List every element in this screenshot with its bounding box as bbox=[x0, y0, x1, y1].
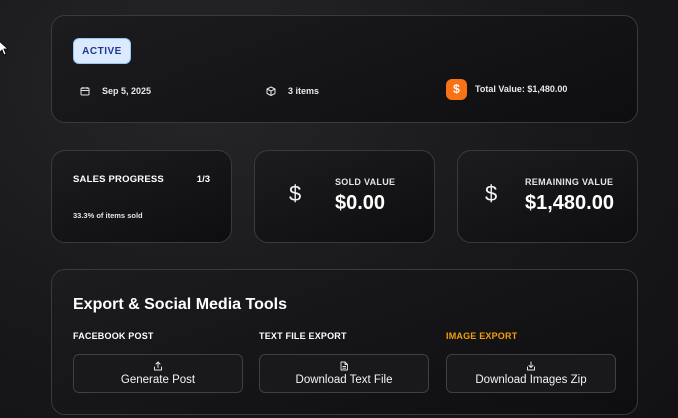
sold-value-amount: $0.00 bbox=[335, 192, 386, 214]
sales-progress-card: SALES PROGRESS 1/3 33.3% of items sold bbox=[51, 150, 232, 243]
export-tools-card: Export & Social Media Tools FACEBOOK POS… bbox=[51, 269, 638, 415]
image-export-label: IMAGE EXPORT bbox=[446, 331, 518, 341]
box-icon bbox=[266, 86, 276, 96]
download-icon bbox=[527, 361, 535, 371]
items-meta: 3 items bbox=[266, 82, 319, 100]
remaining-value-label: REMAINING VALUE bbox=[525, 177, 614, 187]
sales-progress-subtext: 33.3% of items sold bbox=[73, 211, 143, 220]
items-count-text: 3 items bbox=[288, 86, 320, 96]
facebook-post-label: FACEBOOK POST bbox=[73, 331, 154, 341]
download-text-file-label: Download Text File bbox=[295, 374, 393, 386]
dollar-icon: $ bbox=[289, 181, 302, 206]
total-value-text: Total Value: $1,480.00 bbox=[475, 84, 568, 94]
download-text-file-button[interactable]: Download Text File bbox=[259, 354, 429, 393]
share-icon bbox=[154, 361, 162, 371]
generate-post-button[interactable]: Generate Post bbox=[73, 354, 243, 393]
sold-value-label: SOLD VALUE bbox=[335, 177, 396, 187]
sales-progress-label: SALES PROGRESS bbox=[73, 174, 164, 185]
download-images-zip-button[interactable]: Download Images Zip bbox=[446, 354, 616, 393]
mouse-cursor-icon bbox=[0, 41, 8, 56]
remaining-value-amount: $1,480.00 bbox=[525, 192, 614, 214]
dollar-icon: $ bbox=[446, 78, 467, 100]
date-text: Sep 5, 2025 bbox=[102, 86, 152, 96]
download-images-zip-label: Download Images Zip bbox=[475, 374, 587, 386]
generate-post-label: Generate Post bbox=[120, 374, 196, 386]
inventory-summary-card: ACTIVE Sep 5, 2025 3 items $ Total Value… bbox=[51, 15, 638, 123]
date-meta: Sep 5, 2025 bbox=[80, 82, 151, 100]
remaining-value-card: $ REMAINING VALUE $1,480.00 bbox=[457, 150, 638, 243]
status-badge: ACTIVE bbox=[73, 38, 131, 64]
calendar-icon bbox=[80, 87, 90, 96]
total-value-meta: $ Total Value: $1,480.00 bbox=[446, 78, 568, 100]
sold-value-card: $ SOLD VALUE $0.00 bbox=[254, 150, 435, 243]
sales-progress-count: 1/3 bbox=[196, 174, 210, 185]
dollar-icon: $ bbox=[485, 181, 498, 206]
export-tools-title: Export & Social Media Tools bbox=[73, 296, 287, 313]
text-file-export-label: TEXT FILE EXPORT bbox=[259, 331, 347, 341]
file-icon bbox=[340, 361, 348, 371]
